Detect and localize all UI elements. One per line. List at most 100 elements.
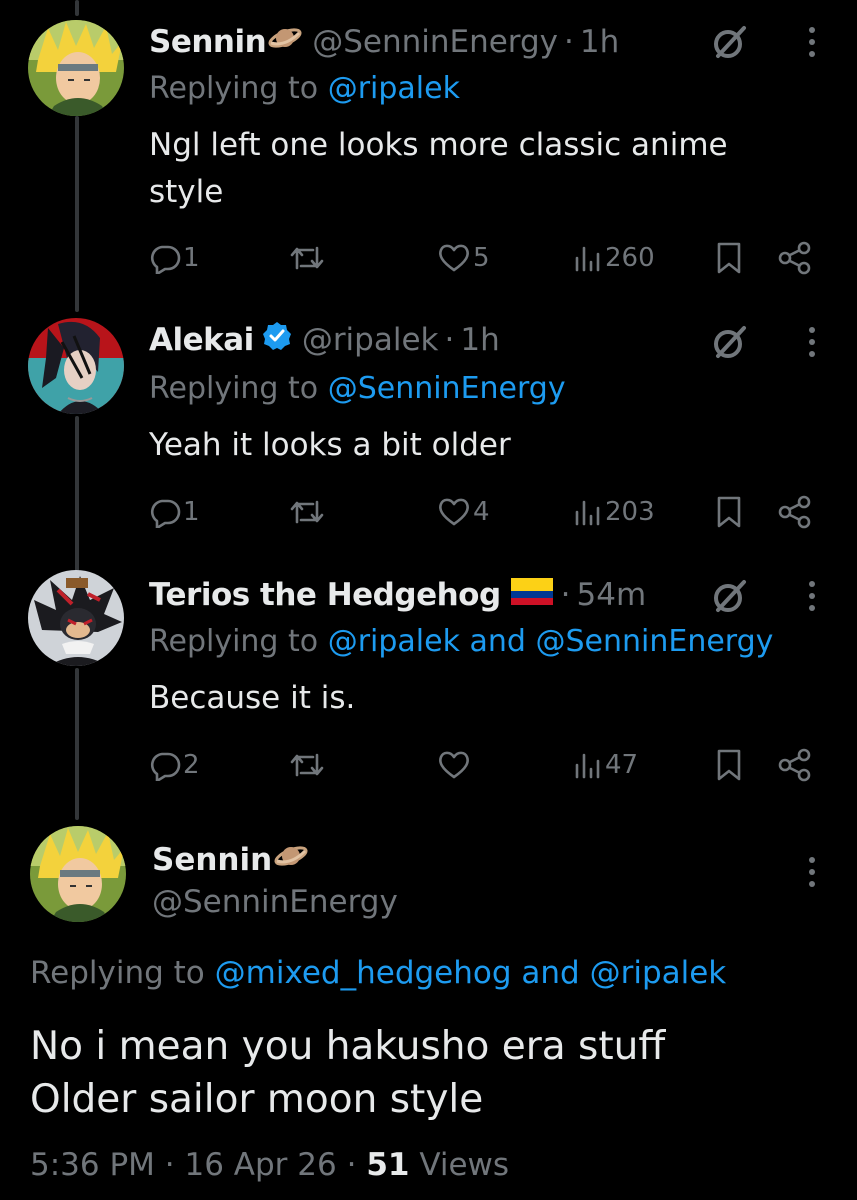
- replying-to-label: Replying to: [30, 955, 205, 991]
- avatar[interactable]: [28, 20, 124, 116]
- repost-icon: [290, 753, 324, 777]
- views-count: 260: [605, 243, 655, 273]
- post-time[interactable]: 5:36 PM: [30, 1147, 155, 1183]
- repost-button[interactable]: [289, 745, 325, 785]
- mention-link[interactable]: @SenninEnergy: [328, 371, 566, 406]
- share-icon: [778, 748, 811, 782]
- handle[interactable]: @SenninEnergy: [152, 884, 398, 920]
- like-button[interactable]: 5: [437, 238, 490, 278]
- bookmark-button[interactable]: [715, 238, 743, 278]
- reply-count: 1: [183, 243, 200, 273]
- avatar[interactable]: [28, 318, 124, 414]
- separator-dot: ·: [564, 24, 574, 60]
- thread-line: [75, 116, 79, 312]
- views-icon: [575, 246, 600, 272]
- replying-to-label: Replying to: [149, 71, 319, 106]
- replying-to-label: Replying to: [149, 624, 319, 659]
- verified-badge-icon: [262, 321, 292, 359]
- share-icon: [778, 495, 811, 529]
- tweet-text: Because it is.: [149, 675, 789, 722]
- like-count: 4: [473, 497, 490, 527]
- tweet-text-line: No i mean you hakusho era stuff: [30, 1024, 666, 1069]
- mention-link[interactable]: @ripalek: [328, 71, 460, 106]
- views-button[interactable]: 203: [571, 492, 655, 532]
- action-bar: 2 47: [149, 745, 839, 785]
- timestamp[interactable]: 1h: [580, 24, 619, 60]
- timestamp[interactable]: 54m: [577, 577, 647, 613]
- display-name[interactable]: Alekai: [149, 322, 254, 358]
- like-button[interactable]: 4: [437, 492, 490, 532]
- repost-button[interactable]: [289, 238, 325, 278]
- display-name[interactable]: Sennin: [149, 24, 267, 60]
- avatar[interactable]: [28, 570, 124, 666]
- heart-icon: [439, 751, 469, 779]
- action-bar: 1 4 203: [149, 492, 839, 532]
- mention-link[interactable]: @SenninEnergy: [536, 624, 774, 659]
- and-connector: and: [469, 624, 526, 659]
- tweet-text-line: Ngl left one looks more classic anime: [149, 127, 728, 163]
- views-icon: [575, 753, 600, 779]
- replying-to-label: Replying to: [149, 371, 319, 406]
- views-button[interactable]: 260: [571, 238, 655, 278]
- mention-link[interactable]: @mixed_hedgehog: [215, 955, 512, 991]
- mention-link[interactable]: @ripalek: [328, 624, 460, 659]
- tweet-text: Ngl left one looks more classic anime st…: [149, 122, 789, 216]
- tweet-header: Alekai @ripalek · 1h: [149, 318, 500, 362]
- bookmark-icon: [717, 242, 741, 274]
- like-button[interactable]: [437, 745, 473, 785]
- share-button[interactable]: [777, 745, 813, 785]
- replying-to: Replying to @mixed_hedgehog and @ripalek: [30, 955, 726, 991]
- tweet-header: Sennin @SenninEnergy · 1h: [149, 20, 619, 64]
- share-button[interactable]: [777, 238, 813, 278]
- grok-icon[interactable]: [710, 322, 750, 362]
- thread-line: [75, 416, 79, 574]
- more-options-icon[interactable]: [800, 22, 824, 62]
- bookmark-icon: [717, 749, 741, 781]
- main-display-name: Sennin: [152, 838, 308, 882]
- thread-line: [75, 0, 79, 16]
- grok-icon[interactable]: [710, 576, 750, 616]
- replying-to: Replying to @ripalek and @SenninEnergy: [149, 624, 773, 659]
- bookmark-button[interactable]: [715, 745, 743, 785]
- like-count: 5: [473, 243, 490, 273]
- bookmark-button[interactable]: [715, 492, 743, 532]
- tweet-header: Terios the Hedgehog · 54m: [149, 573, 646, 617]
- thread-line: [75, 668, 79, 820]
- colombia-flag-icon: [510, 576, 553, 614]
- post-date[interactable]: 16 Apr 26: [185, 1147, 337, 1183]
- and-connector: and: [521, 955, 580, 991]
- handle[interactable]: @SenninEnergy: [312, 24, 558, 60]
- share-icon: [778, 241, 811, 275]
- tweet-text-line: Older sailor moon style: [30, 1077, 484, 1122]
- more-options-icon[interactable]: [800, 322, 824, 362]
- more-options-icon[interactable]: [800, 576, 824, 616]
- replying-to: Replying to @SenninEnergy: [149, 371, 566, 406]
- views-count: 203: [605, 497, 655, 527]
- views-button[interactable]: 47: [571, 745, 638, 785]
- reply-button[interactable]: 1: [149, 238, 200, 278]
- main-tweet-text: No i mean you hakusho era stuff Older sa…: [30, 1020, 665, 1126]
- separator-dot: ·: [560, 577, 571, 613]
- ringed-planet-icon: [268, 23, 302, 61]
- reply-icon: [150, 752, 181, 781]
- reply-icon: [150, 245, 181, 274]
- ringed-planet-icon: [274, 841, 308, 879]
- reply-button[interactable]: 2: [149, 745, 200, 785]
- tweet-text: Yeah it looks a bit older: [149, 422, 789, 469]
- repost-button[interactable]: [289, 492, 325, 532]
- repost-icon: [290, 500, 324, 524]
- tweet-text-line: Yeah it looks a bit older: [149, 427, 511, 463]
- reply-button[interactable]: 1: [149, 492, 200, 532]
- views-icon: [575, 500, 600, 526]
- display-name[interactable]: Terios the Hedgehog: [149, 577, 501, 613]
- reply-count: 1: [183, 497, 200, 527]
- grok-icon[interactable]: [710, 22, 750, 62]
- views-total: 51: [366, 1147, 410, 1183]
- handle[interactable]: @ripalek: [302, 322, 439, 358]
- timestamp[interactable]: 1h: [460, 322, 499, 358]
- more-options-icon[interactable]: [800, 852, 824, 892]
- mention-link[interactable]: @ripalek: [590, 955, 727, 991]
- display-name[interactable]: Sennin: [152, 842, 272, 878]
- avatar[interactable]: [30, 826, 126, 922]
- share-button[interactable]: [777, 492, 813, 532]
